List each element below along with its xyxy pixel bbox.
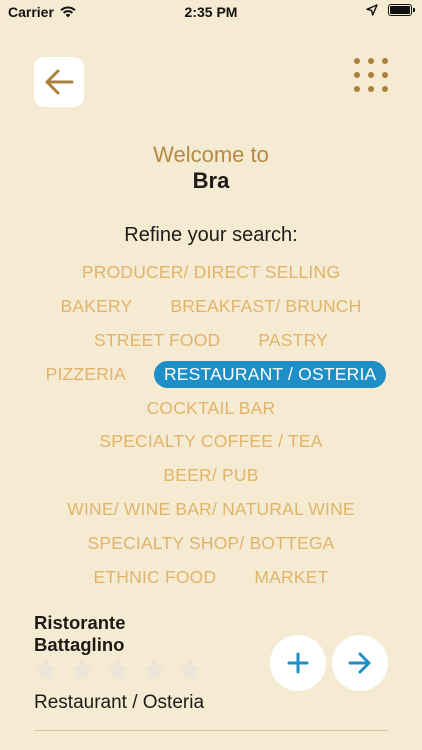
filter-tag[interactable]: PIZZERIA: [36, 361, 136, 388]
filter-row: COCKTAIL BAR: [137, 391, 286, 425]
filter-row: PIZZERIA RESTAURANT / OSTERIA: [36, 357, 387, 391]
arrow-right-icon: [348, 652, 371, 674]
status-time: 2:35 PM: [184, 4, 238, 20]
filter-row: STREET FOOD PASTRY: [84, 324, 338, 358]
city-name: Bra: [192, 168, 230, 193]
battery-icon: [388, 4, 415, 16]
filter-tag[interactable]: SPECIALTY COFFEE / TEA: [89, 428, 332, 455]
plus-icon: [287, 652, 309, 674]
filter-row: BAKERY BREAKFAST/ BRUNCH: [51, 290, 372, 324]
go-button[interactable]: [332, 635, 388, 691]
result-category: Restaurant / Osteria: [34, 692, 205, 713]
star-icon[interactable]: [34, 658, 58, 682]
star-icon[interactable]: [70, 658, 94, 682]
star-icon[interactable]: [178, 658, 202, 682]
arrow-left-icon: [45, 69, 74, 95]
welcome-text: Welcome to: [153, 142, 269, 167]
back-button[interactable]: [34, 57, 84, 107]
filter-tag[interactable]: COCKTAIL BAR: [137, 395, 286, 422]
filter-tag[interactable]: BREAKFAST/ BRUNCH: [160, 293, 371, 320]
filter-tag-selected[interactable]: RESTAURANT / OSTERIA: [153, 360, 387, 388]
filter-tag[interactable]: WINE/ WINE BAR/ NATURAL WINE: [57, 496, 365, 523]
status-bar: Carrier 2:35 PM: [0, 0, 422, 24]
filter-tag[interactable]: BEER/ PUB: [153, 462, 268, 489]
grid-dots-icon[interactable]: [350, 54, 392, 96]
location-arrow-icon: [366, 4, 378, 16]
star-icon[interactable]: [142, 658, 166, 682]
filter-row: PRODUCER/ DIRECT SELLING: [72, 256, 350, 290]
refine-title: Refine your search:: [124, 224, 298, 246]
filter-tag[interactable]: SPECIALTY SHOP/ BOTTEGA: [77, 530, 344, 557]
filter-row: WINE/ WINE BAR/ NATURAL WINE: [57, 493, 365, 527]
filter-row: SPECIALTY COFFEE / TEA: [89, 425, 332, 459]
result-name[interactable]: Ristorante Battaglino: [34, 612, 194, 656]
divider: [34, 730, 388, 731]
filter-tag[interactable]: MARKET: [244, 564, 338, 591]
star-icon[interactable]: [106, 658, 130, 682]
filter-row: SPECIALTY SHOP/ BOTTEGA: [77, 526, 344, 560]
filter-tag[interactable]: STREET FOOD: [84, 327, 230, 354]
filter-tag[interactable]: ETHNIC FOOD: [84, 564, 227, 591]
filter-tag[interactable]: BAKERY: [51, 293, 143, 320]
star-rating[interactable]: [34, 658, 202, 682]
add-button[interactable]: [270, 635, 326, 691]
filter-row: BEER/ PUB: [153, 459, 268, 493]
filter-row: ETHNIC FOOD MARKET: [84, 560, 339, 594]
filter-tag[interactable]: PRODUCER/ DIRECT SELLING: [72, 259, 350, 286]
status-right: [366, 4, 415, 16]
category-filter-list: PRODUCER/ DIRECT SELLING BAKERY BREAKFAST/…: [20, 256, 402, 594]
filter-tag[interactable]: PASTRY: [248, 327, 338, 354]
